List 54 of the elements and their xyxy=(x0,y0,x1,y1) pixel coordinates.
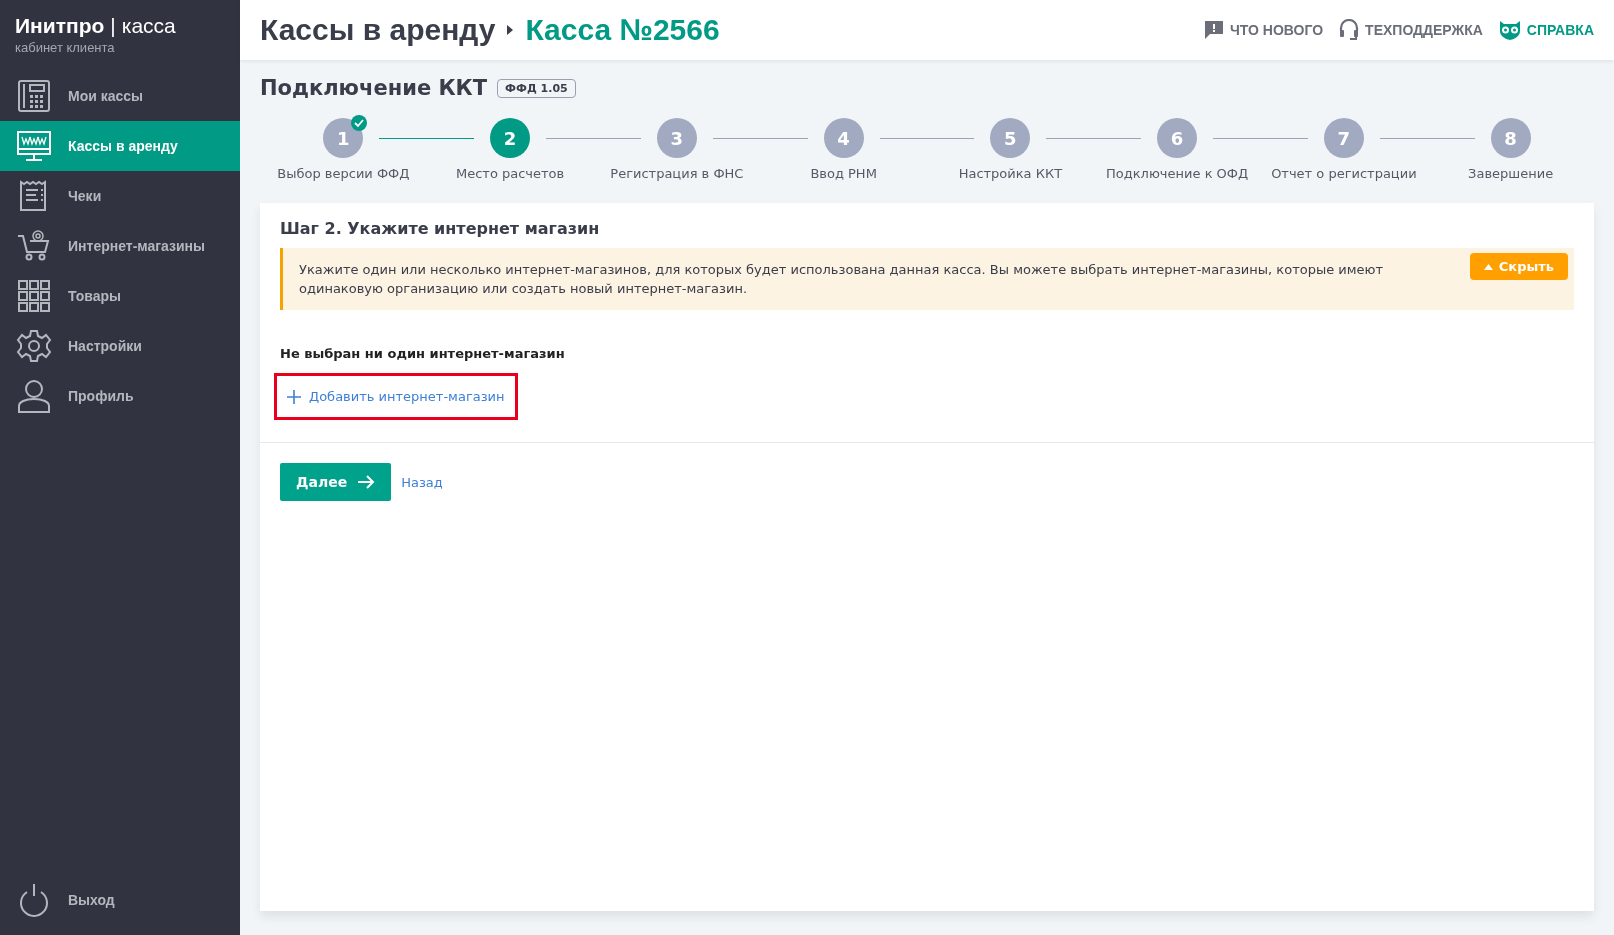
step-label: Ввод РНМ xyxy=(810,166,877,181)
caret-up-icon xyxy=(1483,263,1493,270)
step-circle: 3 xyxy=(656,118,697,158)
page-title: Касса №2566 xyxy=(525,13,720,47)
step-circle: 1 xyxy=(323,118,364,158)
step-label: Настройка ККТ xyxy=(958,166,1063,181)
arrow-right-icon xyxy=(357,475,376,489)
back-link[interactable]: Назад xyxy=(401,474,443,490)
settings-icon xyxy=(16,328,52,364)
empty-state-text: Не выбран ни один интернет-магазин xyxy=(280,346,566,361)
user-icon xyxy=(16,378,52,414)
sidebar-item[interactable]: Чеки xyxy=(0,171,240,221)
grid-icon xyxy=(16,278,52,314)
step-label: Завершение xyxy=(1468,166,1554,181)
brand-product: касса xyxy=(121,14,176,38)
brand-name: Инитпро xyxy=(15,14,105,38)
sidebar-item[interactable]: Интернет-магазины xyxy=(0,221,240,271)
notice-text: Укажите один или несколько интернет-магазинов, для которых будет использована данная касса. Вы можете выбрать интернет-магазины, которые имеют одинаковую организацию или создать новый интернет-магазин. xyxy=(299,261,1385,298)
step-circle: 5 xyxy=(990,118,1031,158)
cash-register-icon xyxy=(16,78,52,114)
step-label: Выбор версии ФФД xyxy=(277,166,410,181)
sidebar-item[interactable]: Товары xyxy=(0,271,240,321)
message-alert-icon xyxy=(1203,20,1224,40)
sidebar-item[interactable]: Кассы в аренду xyxy=(0,121,240,171)
step-circle: 7 xyxy=(1323,118,1364,158)
check-icon xyxy=(351,115,368,131)
logout-item[interactable]: Выход xyxy=(0,875,240,925)
add-shop-link[interactable]: Добавить интернет-магазин xyxy=(274,373,518,420)
step-label: Место расчетов xyxy=(456,166,565,181)
step-label: Регистрация в ФНС xyxy=(610,166,744,181)
step-circle: 2 xyxy=(490,118,531,158)
header-link[interactable]: ТЕХПОДДЕРЖКА xyxy=(1339,19,1483,41)
step-circle: 6 xyxy=(1157,118,1198,158)
brand-separator: | xyxy=(110,14,116,38)
step-label: Подключение к ОФД xyxy=(1106,166,1249,181)
brand-subtitle: кабинет клиента xyxy=(15,40,116,55)
header-link[interactable]: ЧТО НОВОГО xyxy=(1203,20,1324,40)
next-button[interactable]: Далее xyxy=(280,463,392,501)
version-badge: ФФД 1.05 xyxy=(497,78,576,98)
plus-icon xyxy=(287,389,301,404)
step-circle: 8 xyxy=(1490,118,1531,158)
breadcrumb-link[interactable]: Кассы в аренду xyxy=(260,13,496,47)
sidebar-item[interactable]: Мои кассы xyxy=(0,71,240,121)
step-label: Отчет о регистрации xyxy=(1271,166,1417,181)
owl-icon xyxy=(1498,20,1521,40)
sidebar-item[interactable]: Профиль xyxy=(0,371,240,421)
chevron-icon xyxy=(507,25,514,35)
section-title: Подключение ККТ xyxy=(260,76,488,100)
step-circle: 4 xyxy=(823,118,864,158)
header-link[interactable]: СПРАВКА xyxy=(1498,20,1594,40)
sidebar-item[interactable]: Настройки xyxy=(0,321,240,371)
monitor-icon xyxy=(16,128,52,164)
headset-icon xyxy=(1339,19,1360,41)
step-title: Шаг 2. Укажите интернет магазин xyxy=(280,219,601,238)
